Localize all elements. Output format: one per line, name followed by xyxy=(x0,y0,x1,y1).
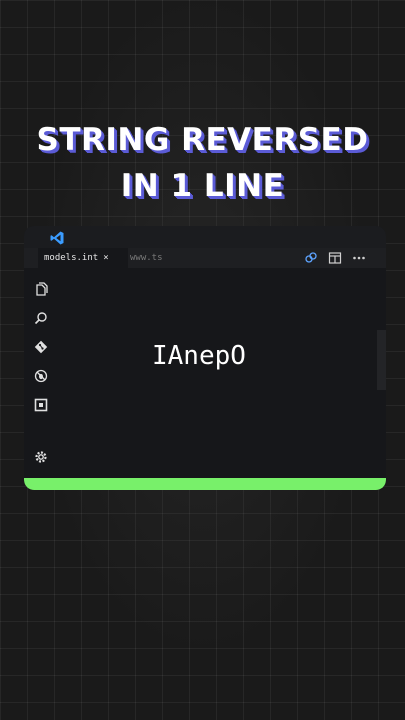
status-bar xyxy=(24,478,386,490)
code-editor-window: models.int × www.ts IAnepO xyxy=(24,226,386,490)
tab-models-int[interactable]: models.int × xyxy=(38,248,128,268)
scrollbar-thumb[interactable] xyxy=(377,330,386,390)
close-tab-icon[interactable]: × xyxy=(103,253,108,263)
headline-line-1: STRING REVERSED xyxy=(36,122,369,158)
settings-gear-icon[interactable] xyxy=(34,450,48,464)
activity-bar xyxy=(24,268,58,478)
vscode-logo-icon xyxy=(50,231,64,245)
headline-line-2: IN 1 LINE xyxy=(120,168,285,204)
more-actions-icon[interactable] xyxy=(352,251,366,265)
tab-label: models.int xyxy=(44,253,99,263)
title-bar xyxy=(24,226,386,248)
compare-changes-icon[interactable] xyxy=(304,251,318,265)
search-icon[interactable] xyxy=(34,311,48,325)
split-editor-icon[interactable] xyxy=(328,251,342,265)
extensions-icon[interactable] xyxy=(34,398,48,412)
explorer-icon[interactable] xyxy=(34,282,48,296)
no-debug-icon[interactable] xyxy=(34,369,48,383)
source-control-icon[interactable] xyxy=(34,340,48,354)
tab-bar: models.int × www.ts xyxy=(24,248,386,268)
tab-www-ts[interactable]: www.ts xyxy=(124,248,182,268)
reversed-string-output: IAnepO xyxy=(152,341,246,371)
tab-label: www.ts xyxy=(130,253,163,263)
